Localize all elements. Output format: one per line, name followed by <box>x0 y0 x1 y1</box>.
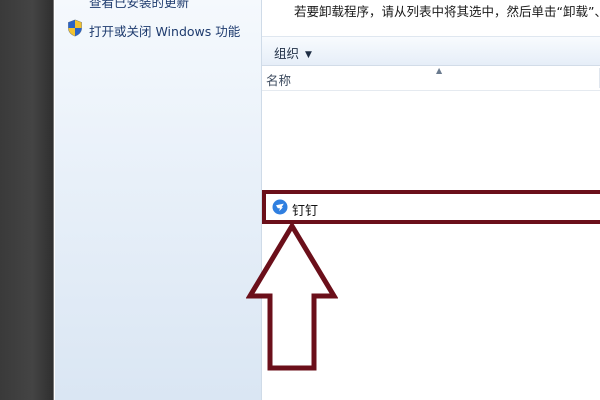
uninstall-instruction-text: 若要卸载程序，请从列表中将其选中，然后单击“卸载”、 <box>294 4 600 19</box>
column-header-row: ▲ 名称 <box>262 66 600 91</box>
program-row-dingtalk[interactable]: 钉钉 <box>262 190 600 224</box>
task-nav-pane: 查看已安装的更新 打开或关闭 Windows 功能 <box>55 0 262 400</box>
column-header-name[interactable]: 名称 <box>266 70 291 89</box>
organize-label: 组织 <box>274 46 300 61</box>
program-name: 钉钉 <box>292 204 319 219</box>
command-toolbar: 组织 ▼ <box>262 36 600 66</box>
turn-windows-features-link[interactable]: 打开或关闭 Windows 功能 <box>89 21 240 40</box>
windows-shield-icon <box>68 19 82 37</box>
view-installed-updates-link[interactable]: 查看已安装的更新 <box>89 0 189 11</box>
chevron-down-icon: ▼ <box>305 50 312 60</box>
sort-ascending-icon: ▲ <box>436 66 443 75</box>
left-dark-border <box>0 0 54 400</box>
dingtalk-icon <box>272 199 288 215</box>
up-arrow-icon <box>246 222 338 371</box>
organize-button[interactable]: 组织 ▼ <box>274 43 312 62</box>
